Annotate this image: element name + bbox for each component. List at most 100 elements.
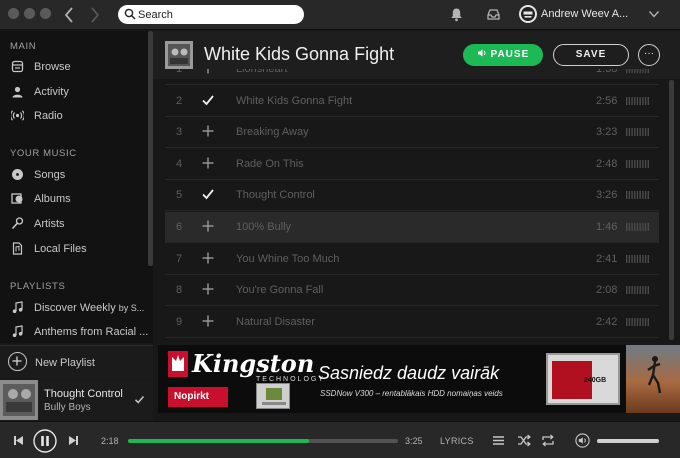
new-playlist-button[interactable]: New Playlist xyxy=(0,345,153,379)
more-options-button[interactable]: ··· xyxy=(638,44,660,66)
repeat-icon[interactable] xyxy=(541,434,555,447)
main-scrollbar[interactable] xyxy=(669,80,674,340)
window-maximize-button[interactable] xyxy=(40,8,51,19)
track-duration: 2:08 xyxy=(596,284,618,297)
sidebar: MAIN Browse Activity Radio YOUR MUSIC So… xyxy=(0,31,153,343)
track-row[interactable]: 2 White Kids Gonna Fight 2:56 xyxy=(165,86,659,117)
ad-buy-button[interactable]: Nopirkt xyxy=(168,387,228,407)
now-playing-panel: Thought Control Bully Boys xyxy=(0,380,153,420)
add-track-plus-icon[interactable] xyxy=(201,156,215,170)
track-row[interactable]: 7 You Whine Too Much 2:41 xyxy=(165,244,659,275)
progress-fill xyxy=(128,439,309,443)
pause-playback-icon[interactable] xyxy=(33,429,57,453)
sidebar-item-playlist[interactable]: Discover Weekly by S... xyxy=(0,298,148,318)
track-duration: 2:41 xyxy=(596,252,618,265)
track-row[interactable]: 1 Lionsheart 1:38 xyxy=(165,69,659,85)
search-box[interactable] xyxy=(118,5,304,24)
save-button[interactable]: SAVE xyxy=(553,44,629,66)
local-files-icon xyxy=(12,242,23,255)
popularity-bars-icon xyxy=(626,223,649,231)
track-row[interactable]: 3 Breaking Away 3:23 xyxy=(165,117,659,149)
sidebar-item-playlist[interactable]: Anthems from Racial ... xyxy=(0,322,148,342)
saved-check-icon[interactable] xyxy=(201,187,215,201)
window-close-button[interactable] xyxy=(8,8,19,19)
volume-icon[interactable] xyxy=(575,433,590,448)
browse-icon xyxy=(11,60,24,73)
track-duration: 3:23 xyxy=(596,126,618,139)
ad-award-badge xyxy=(256,383,290,409)
progress-bar[interactable] xyxy=(128,439,398,443)
add-track-plus-icon[interactable] xyxy=(201,69,215,75)
ad-ssd-product-image: 240GB xyxy=(546,353,620,405)
user-avatar[interactable] xyxy=(519,5,537,23)
sidebar-item-radio[interactable]: Radio xyxy=(0,106,148,126)
chevron-down-icon[interactable] xyxy=(648,8,660,20)
advertisement-banner[interactable]: Kingston TECHNOLOGY Nopirkt Sasniedz dau… xyxy=(158,345,680,413)
ad-ssd-capacity: 240GB xyxy=(584,377,607,384)
track-row[interactable]: 5 Thought Control 3:26 xyxy=(165,180,659,212)
sidebar-item-albums[interactable]: Albums xyxy=(0,189,148,209)
lyrics-button[interactable]: LYRICS xyxy=(440,436,474,446)
track-title: Breaking Away xyxy=(236,126,309,139)
back-arrow-icon[interactable] xyxy=(64,7,74,23)
notifications-bell-icon[interactable] xyxy=(449,7,464,22)
inbox-icon[interactable] xyxy=(486,7,501,22)
popularity-bars-icon xyxy=(626,69,649,73)
track-duration: 1:46 xyxy=(596,221,618,233)
sidebar-item-label: Albums xyxy=(34,193,71,205)
sidebar-heading-your-music: YOUR MUSIC xyxy=(10,148,77,159)
queue-icon[interactable] xyxy=(492,435,505,446)
saved-check-icon[interactable] xyxy=(201,93,215,107)
title-bar: Andrew Weev A... xyxy=(0,0,680,30)
forward-arrow-icon[interactable] xyxy=(90,7,100,23)
volume-slider[interactable] xyxy=(597,439,659,443)
playlist-name: Discover Weekly xyxy=(34,302,116,314)
sidebar-item-activity[interactable]: Activity xyxy=(0,82,148,102)
track-row[interactable]: 4 Rade On This 2:48 xyxy=(165,149,659,180)
total-time: 3:25 xyxy=(405,436,423,446)
sidebar-item-label: Browse xyxy=(34,61,71,73)
playlist-owner: by S... xyxy=(118,303,145,313)
now-playing-cover-art[interactable] xyxy=(0,380,38,420)
add-track-plus-icon[interactable] xyxy=(201,219,215,233)
sidebar-item-label: Local Files xyxy=(34,243,87,255)
add-track-plus-icon[interactable] xyxy=(201,251,215,265)
track-title: White Kids Gonna Fight xyxy=(236,94,353,107)
add-track-plus-icon[interactable] xyxy=(201,314,215,328)
track-row[interactable]: 9 Natural Disaster 2:42 xyxy=(165,307,659,338)
saved-check-icon[interactable] xyxy=(134,394,145,405)
artists-icon xyxy=(11,217,24,230)
plus-icon xyxy=(8,352,27,371)
track-title: Thought Control xyxy=(236,189,315,202)
songs-icon xyxy=(12,169,23,180)
volume-fill xyxy=(597,439,659,443)
track-row[interactable]: 6 100% Bully 1:46 xyxy=(165,212,659,243)
window-minimize-button[interactable] xyxy=(24,8,35,19)
pause-label: PAUSE xyxy=(490,49,530,60)
next-track-icon[interactable] xyxy=(68,435,79,446)
sidebar-item-songs[interactable]: Songs xyxy=(0,165,148,185)
add-track-plus-icon[interactable] xyxy=(201,124,215,138)
ad-brand: Kingston xyxy=(192,349,315,378)
popularity-bars-icon xyxy=(626,159,649,168)
track-title: You Whine Too Much xyxy=(236,252,340,265)
ad-brand-sub: TECHNOLOGY xyxy=(256,376,326,383)
shuffle-icon[interactable] xyxy=(517,434,531,447)
player-bar: 2:18 3:25 LYRICS xyxy=(0,421,680,458)
popularity-bars-icon xyxy=(626,254,649,263)
now-playing-artist[interactable]: Bully Boys xyxy=(44,402,91,413)
now-playing-title[interactable]: Thought Control xyxy=(44,388,123,400)
track-title: Natural Disaster xyxy=(236,315,315,328)
add-track-plus-icon[interactable] xyxy=(201,282,215,296)
track-duration: 3:26 xyxy=(596,189,618,202)
sidebar-item-browse[interactable]: Browse xyxy=(0,57,148,77)
sidebar-heading-main: MAIN xyxy=(10,41,37,52)
track-list: 1 Lionsheart 1:38 2 White Kids Gonna Fight 2:… xyxy=(165,69,659,343)
user-name[interactable]: Andrew Weev A... xyxy=(541,8,628,20)
track-row[interactable]: 8 You're Gonna Fall 2:08 xyxy=(165,275,659,307)
sidebar-item-local-files[interactable]: Local Files xyxy=(0,239,148,259)
previous-track-icon[interactable] xyxy=(13,435,24,446)
search-input[interactable] xyxy=(138,6,298,23)
sidebar-item-artists[interactable]: Artists xyxy=(0,214,148,234)
pause-button[interactable]: PAUSE xyxy=(463,44,543,66)
